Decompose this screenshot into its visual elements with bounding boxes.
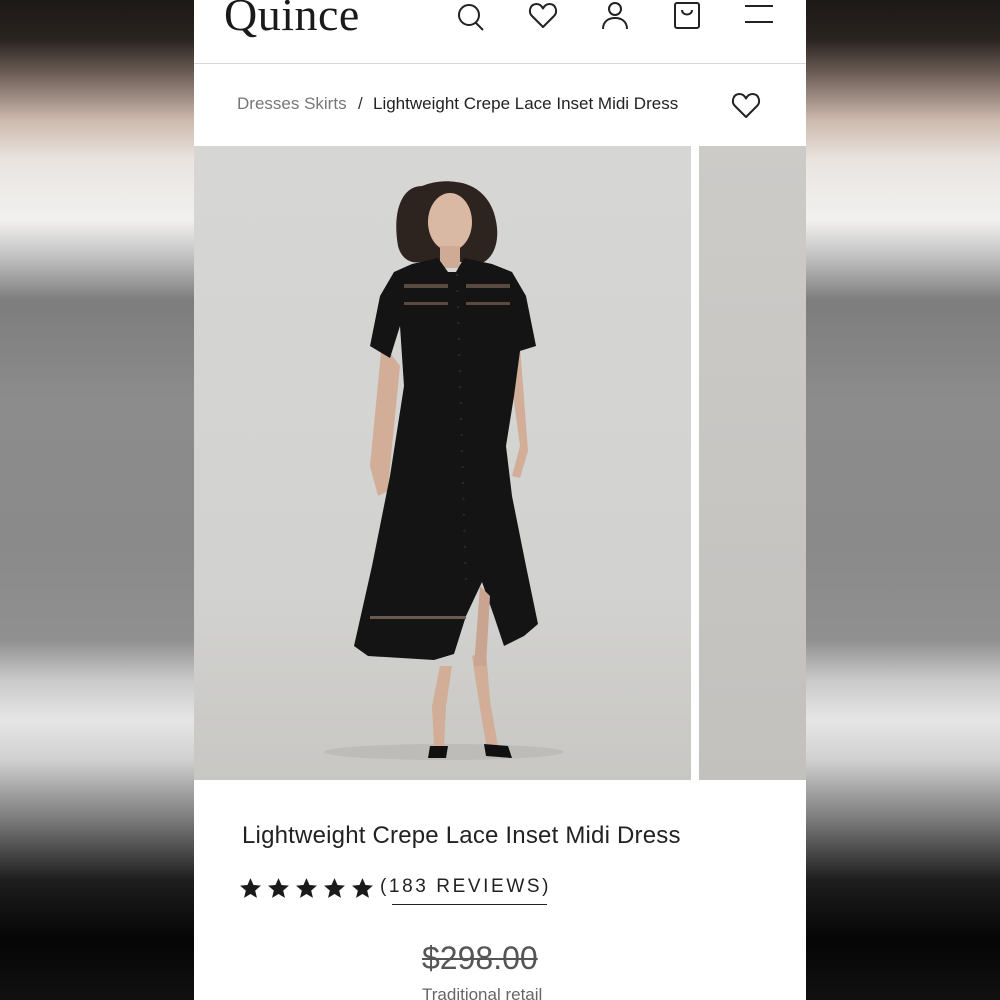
breadcrumb-current: Lightweight Crepe Lace Inset Midi Dress: [373, 94, 679, 113]
menu-icon[interactable]: [743, 0, 775, 34]
star-icon: [352, 878, 373, 898]
star-icon: [268, 878, 289, 898]
compare-price: $298.00: [422, 940, 538, 976]
quince-logo[interactable]: Quince: [224, 0, 360, 41]
breadcrumb-separator: /: [358, 94, 363, 113]
reviews-underline: [392, 904, 547, 905]
product-image-gallery[interactable]: [194, 146, 806, 782]
account-icon[interactable]: [599, 0, 631, 34]
blurred-background-left: [0, 0, 194, 1000]
search-icon[interactable]: [455, 0, 487, 34]
product-image-main[interactable]: [194, 146, 691, 780]
product-page: Quince Dresses Skirts / Lightweight Crep…: [194, 0, 806, 1000]
blurred-background-right: [806, 0, 1000, 1000]
heart-icon[interactable]: [527, 0, 559, 34]
compare-price-label: Traditional retail: [422, 985, 543, 1000]
reviews-link[interactable]: (183 REVIEWS): [380, 876, 551, 898]
product-image-next[interactable]: [699, 146, 806, 780]
breadcrumb-parent-link[interactable]: Dresses Skirts: [237, 94, 347, 114]
product-title: Lightweight Crepe Lace Inset Midi Dress: [242, 822, 681, 849]
rating-stars: [238, 876, 378, 904]
site-header: Quince: [194, 0, 806, 64]
wishlist-heart-icon[interactable]: [730, 90, 762, 122]
star-icon: [296, 878, 317, 898]
star-icon: [240, 878, 261, 898]
breadcrumb: Dresses Skirts / Lightweight Crepe Lace …: [194, 64, 806, 146]
cart-icon[interactable]: [671, 0, 703, 34]
star-icon: [324, 878, 345, 898]
